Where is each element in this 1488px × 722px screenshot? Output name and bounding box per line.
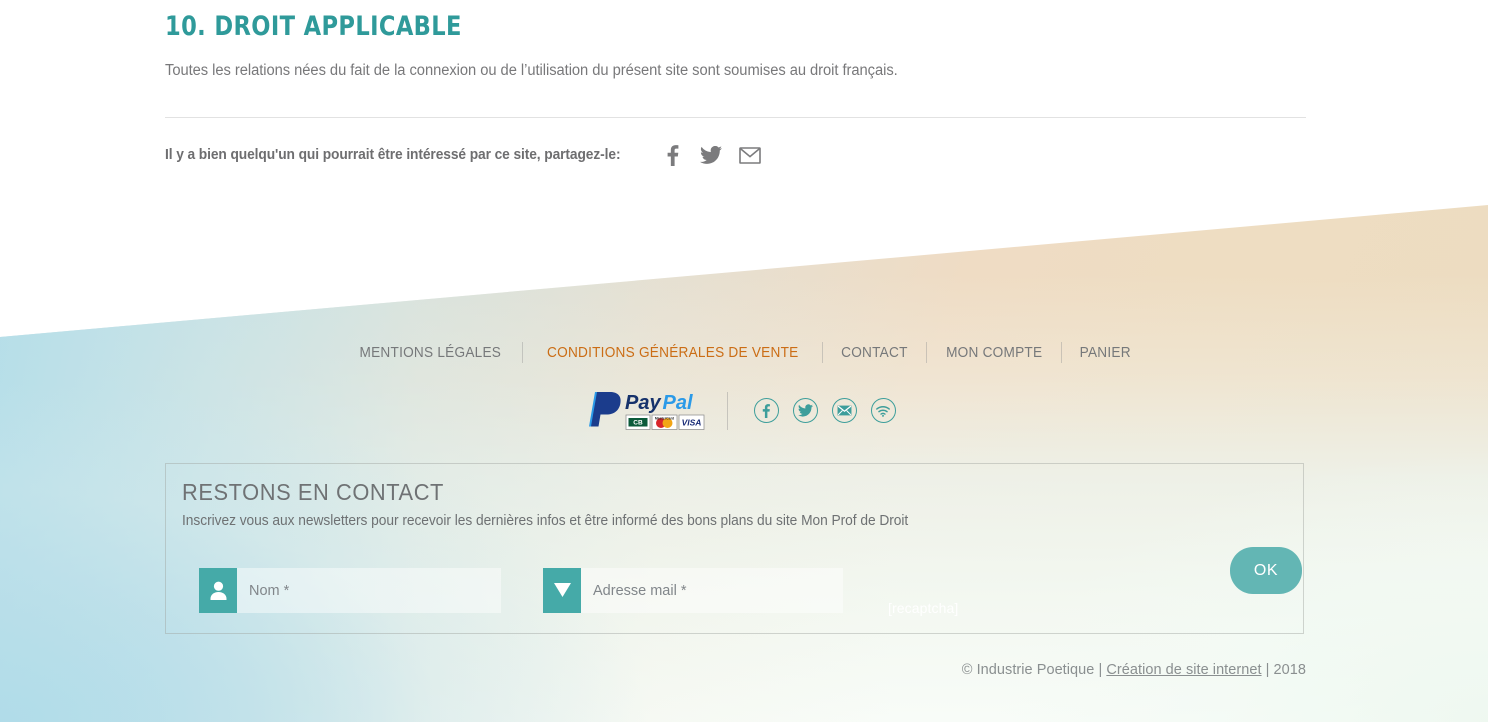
- nav-item-panier[interactable]: PANIER: [1065, 345, 1146, 361]
- nav-separator: [521, 342, 523, 363]
- twitter-circle-icon[interactable]: [792, 398, 818, 423]
- name-field-group: [199, 568, 501, 613]
- copyright-link[interactable]: Création de site internet: [1106, 662, 1261, 678]
- svg-text:Pal: Pal: [662, 392, 692, 414]
- twitter-icon[interactable]: [700, 144, 723, 166]
- nav-item-contact[interactable]: CONTACT: [826, 345, 923, 361]
- user-icon: [199, 568, 237, 613]
- facebook-circle-icon[interactable]: [753, 398, 779, 423]
- rss-circle-icon[interactable]: [870, 398, 896, 423]
- name-input[interactable]: [237, 568, 501, 613]
- share-label: Il y a bien quelqu'un qui pourrait être …: [165, 147, 621, 163]
- email-circle-icon[interactable]: [831, 398, 857, 423]
- nav-separator: [822, 342, 824, 363]
- newsletter-submit-button[interactable]: OK: [1230, 547, 1302, 594]
- copyright-suffix: | 2018: [1261, 662, 1306, 678]
- newsletter-subtitle: Inscrivez vous aux newsletters pour rece…: [182, 513, 909, 529]
- nav-item-conditions-generales-de-vente[interactable]: CONDITIONS GÉNÉRALES DE VENTE: [532, 345, 814, 361]
- nav-separator: [1061, 342, 1063, 363]
- nav-item-mentions-legales[interactable]: MENTIONS LÉGALES: [345, 345, 517, 361]
- divider: [165, 117, 1306, 118]
- paypal-logo: Pay Pal CB MasterCard VISA: [588, 392, 704, 430]
- copyright: © Industrie Poetique | Création de site …: [165, 662, 1306, 678]
- email-icon[interactable]: [739, 144, 762, 166]
- article-paragraph: Toutes les relations nées du fait de la …: [165, 62, 898, 79]
- share-row: Il y a bien quelqu'un qui pourrait être …: [165, 144, 762, 166]
- payment-social-separator: [726, 391, 728, 430]
- email-input[interactable]: [581, 568, 843, 613]
- copyright-prefix: © Industrie Poetique |: [961, 662, 1107, 678]
- svg-text:Pay: Pay: [625, 392, 661, 414]
- svg-text:VISA: VISA: [681, 418, 701, 428]
- page-content: 10. DROIT APPLICABLE Toutes les relation…: [0, 0, 1488, 722]
- newsletter-title: RESTONS EN CONTACT: [182, 479, 444, 505]
- payment-social-row: Pay Pal CB MasterCard VISA: [0, 388, 1488, 433]
- envelope-icon: [543, 568, 581, 613]
- nav-separator: [926, 342, 928, 363]
- page-title: 10. DROIT APPLICABLE: [165, 11, 462, 42]
- nav-item-mon-compte[interactable]: MON COMPTE: [931, 345, 1057, 361]
- recaptcha-placeholder: [recaptcha]: [888, 600, 959, 616]
- footer-nav: MENTIONS LÉGALES CONDITIONS GÉNÉRALES DE…: [0, 342, 1488, 363]
- email-field-group: [543, 568, 843, 613]
- newsletter-box: RESTONS EN CONTACT Inscrivez vous aux ne…: [165, 463, 1304, 634]
- svg-text:CB: CB: [633, 420, 643, 427]
- facebook-icon[interactable]: [661, 144, 683, 166]
- svg-text:MasterCard: MasterCard: [654, 417, 673, 421]
